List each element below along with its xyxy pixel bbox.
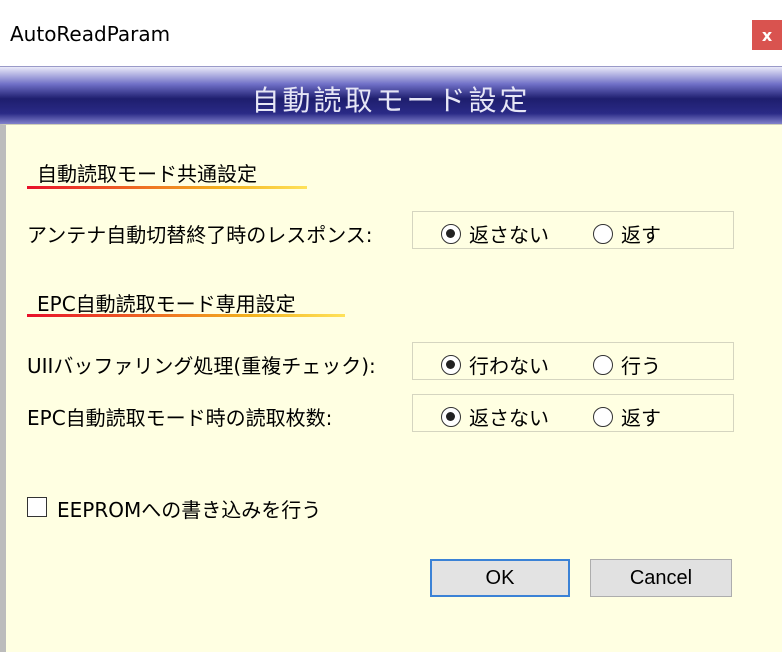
antenna-response-option-2[interactable]: 返す <box>593 219 661 248</box>
epc-read-count-option-2[interactable]: 返す <box>593 402 661 431</box>
section-epc-underline <box>27 314 345 317</box>
epc-read-count-option-1-label: 返さない <box>469 406 549 430</box>
epc-read-count-group: 返さない 返す <box>412 394 734 432</box>
banner-title: 自動読取モード設定 <box>251 84 531 117</box>
antenna-response-group: 返さない 返す <box>412 211 734 249</box>
window-title: AutoReadParam <box>10 22 171 46</box>
uii-buffering-option-2[interactable]: 行う <box>593 350 661 379</box>
eeprom-write-checkbox[interactable] <box>27 497 47 517</box>
close-button[interactable]: x <box>752 20 782 50</box>
uii-buffering-label: UIIバッファリング処理(重複チェック): <box>27 354 376 378</box>
uii-buffering-group: 行わない 行う <box>412 342 734 380</box>
radio-selected-icon[interactable] <box>441 406 461 427</box>
uii-buffering-option-1[interactable]: 行わない <box>441 350 549 379</box>
antenna-response-option-2-label: 返す <box>621 223 661 247</box>
dialog-window: AutoReadParam x 自動読取モード設定 自動読取モード共通設定 アン… <box>0 0 782 652</box>
radio-selected-icon[interactable] <box>441 354 461 375</box>
uii-buffering-option-1-label: 行わない <box>469 354 549 378</box>
antenna-response-label: アンテナ自動切替終了時のレスポンス: <box>27 223 373 247</box>
antenna-response-option-1-label: 返さない <box>469 223 549 247</box>
close-icon: x <box>761 25 773 45</box>
radio-selected-icon[interactable] <box>441 223 461 244</box>
epc-read-count-label: EPC自動読取モード時の読取枚数: <box>27 406 333 430</box>
ok-button[interactable]: OK <box>430 559 570 597</box>
uii-buffering-option-2-label: 行う <box>621 354 661 378</box>
eeprom-write-label[interactable]: EEPROMへの書き込みを行う <box>57 494 321 523</box>
antenna-response-option-1[interactable]: 返さない <box>441 219 549 248</box>
epc-read-count-option-1[interactable]: 返さない <box>441 402 549 431</box>
radio-unselected-icon[interactable] <box>593 354 613 375</box>
section-common-underline <box>27 186 307 189</box>
radio-unselected-icon[interactable] <box>593 223 613 244</box>
section-epc-title: EPC自動読取モード専用設定 <box>37 292 296 316</box>
header-banner: 自動読取モード設定 <box>0 66 782 125</box>
epc-read-count-option-2-label: 返す <box>621 406 661 430</box>
cancel-button[interactable]: Cancel <box>590 559 732 597</box>
radio-unselected-icon[interactable] <box>593 406 613 427</box>
title-bar[interactable]: AutoReadParam x <box>0 0 782 66</box>
